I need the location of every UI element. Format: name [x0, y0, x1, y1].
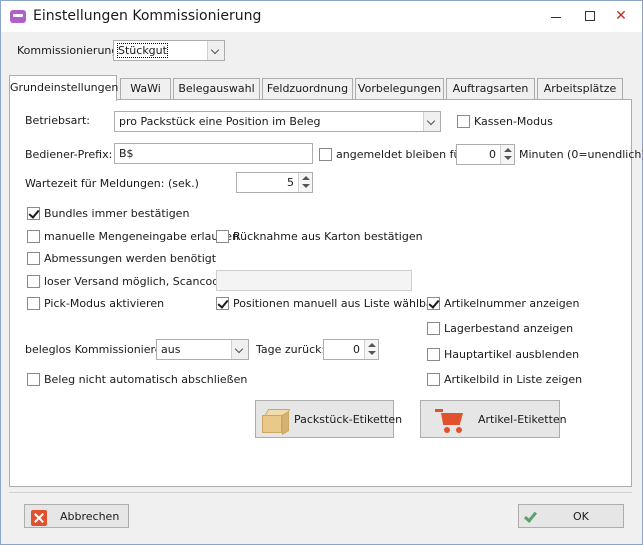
- app-icon: [10, 10, 26, 23]
- footer-separator: [9, 492, 632, 493]
- checkbox-box[interactable]: [27, 297, 40, 310]
- lagerbestand-label: Lagerbestand anzeigen: [444, 322, 574, 335]
- pick-modus-label: Pick-Modus aktivieren: [44, 297, 165, 310]
- abbrechen-label: Abbrechen: [60, 510, 120, 523]
- minuten-label: Minuten (0=unendlich): [519, 148, 643, 161]
- client-area: Kommissionierung: Stückgut Grundeinstell…: [1, 32, 643, 544]
- checkbox-box[interactable]: [216, 297, 229, 310]
- tab-arbeitsplaetze[interactable]: Arbeitsplätze: [537, 78, 623, 100]
- ruecknahme-label: Rücknahme aus Karton bestätigen: [233, 230, 423, 243]
- spin-down-icon[interactable]: [302, 184, 310, 188]
- tab-auftragsarten[interactable]: Auftragsarten: [446, 78, 535, 100]
- beleglos-label: beleglos Kommissionieren:: [25, 343, 173, 356]
- spin-up-icon[interactable]: [504, 148, 512, 152]
- kassen-modus-label: Kassen-Modus: [474, 115, 553, 128]
- checkbox-box[interactable]: [27, 207, 40, 220]
- maximize-icon: [585, 11, 595, 21]
- packstueck-etiketten-label: Packstück-Etiketten: [294, 413, 403, 426]
- bediener-prefix-label: Bediener-Prefix:: [25, 148, 113, 161]
- minuten-stepper[interactable]: 0: [456, 144, 515, 165]
- wartezeit-stepper[interactable]: 5: [236, 172, 313, 193]
- cancel-icon: [31, 510, 47, 526]
- checkbox-box[interactable]: [27, 252, 40, 265]
- hauptartikel-label: Hauptartikel ausblenden: [444, 348, 580, 361]
- beleg-nicht-abschliessen-label: Beleg nicht automatisch abschließen: [44, 373, 248, 386]
- close-button[interactable]: ✕: [601, 1, 641, 31]
- artikel-etiketten-button[interactable]: Artikel-Etiketten: [420, 400, 567, 438]
- betriebsart-label: Betriebsart:: [25, 114, 90, 127]
- spin-down-icon[interactable]: [368, 351, 376, 355]
- spin-up-icon[interactable]: [302, 176, 310, 180]
- artikelbild-label: Artikelbild in Liste zeigen: [444, 373, 583, 386]
- checkbox-box[interactable]: [427, 373, 440, 386]
- bediener-prefix-input[interactable]: B$: [114, 143, 313, 164]
- checkbox-box[interactable]: [27, 275, 40, 288]
- artikelnummer-label: Artikelnummer anzeigen: [444, 297, 580, 310]
- kommissionierung-label: Kommissionierung:: [17, 44, 123, 57]
- kommissionierung-value: Stückgut: [117, 43, 168, 58]
- loser-versand-label: loser Versand möglich, Scancode:: [44, 275, 230, 288]
- tab-wawi[interactable]: WaWi: [120, 78, 171, 100]
- spin-up-icon[interactable]: [368, 343, 376, 347]
- tage-zurueck-value: 0: [353, 343, 360, 356]
- beleglos-value: aus: [161, 343, 181, 356]
- positionen-manuell-label: Positionen manuell aus Liste wählbar: [233, 297, 438, 310]
- close-icon: ✕: [615, 8, 627, 24]
- minuten-value: 0: [489, 148, 496, 161]
- checkbox-box[interactable]: [427, 322, 440, 335]
- spin-down-icon[interactable]: [504, 156, 512, 160]
- tab-panel-grundeinstellungen: Betriebsart: pro Packstück eine Position…: [9, 99, 643, 487]
- tage-zurueck-stepper[interactable]: 0: [323, 339, 379, 360]
- wartezeit-value: 5: [287, 176, 294, 189]
- checkbox-box[interactable]: [427, 348, 440, 361]
- bundles-label: Bundles immer bestätigen: [44, 207, 190, 220]
- angemeldet-bleiben-label: angemeldet bleiben für: [336, 148, 466, 161]
- checkbox-box[interactable]: [457, 115, 470, 128]
- beleglos-select[interactable]: aus: [156, 339, 249, 360]
- tab-belegauswahl[interactable]: Belegauswahl: [173, 78, 260, 100]
- tab-vorbelegungen[interactable]: Vorbelegungen: [355, 78, 444, 100]
- packstueck-etiketten-button[interactable]: Packstück-Etiketten: [255, 400, 402, 438]
- scancode-input[interactable]: [216, 270, 412, 291]
- tage-zurueck-label: Tage zurück:: [256, 343, 326, 356]
- spin-buttons[interactable]: [298, 173, 312, 192]
- tab-feldzuordnung[interactable]: Feldzuordnung: [262, 78, 353, 100]
- settings-window: Einstellungen Kommissionierung ✕ Kommiss…: [0, 0, 643, 545]
- betriebsart-select[interactable]: pro Packstück eine Position im Beleg: [114, 111, 441, 132]
- checkbox-box[interactable]: [27, 230, 40, 243]
- abmessungen-label: Abmessungen werden benötigt: [44, 252, 217, 265]
- checkbox-box[interactable]: [27, 373, 40, 386]
- checkbox-box[interactable]: [216, 230, 229, 243]
- package-box-icon: [262, 407, 291, 436]
- betriebsart-value: pro Packstück eine Position im Beleg: [119, 115, 321, 128]
- kommissionierung-select[interactable]: Stückgut: [113, 40, 225, 61]
- checkmark-icon: [523, 509, 538, 523]
- spin-buttons[interactable]: [364, 340, 378, 359]
- wartezeit-label: Wartezeit für Meldungen: (sek.): [25, 177, 199, 190]
- window-title: Einstellungen Kommissionierung: [33, 8, 262, 24]
- manuelle-mengeneingabe-label: manuelle Mengeneingabe erlauben: [44, 230, 240, 243]
- chevron-down-icon[interactable]: [207, 41, 224, 60]
- checkbox-box[interactable]: [427, 297, 440, 310]
- title-bar: Einstellungen Kommissionierung ✕: [1, 1, 642, 33]
- checkbox-box[interactable]: [319, 148, 332, 161]
- minimize-icon: [551, 17, 561, 18]
- abbrechen-button[interactable]: Abbrechen: [24, 504, 129, 528]
- chevron-down-icon[interactable]: [423, 112, 440, 131]
- spin-buttons[interactable]: [500, 145, 514, 164]
- tab-grundeinstellungen[interactable]: Grundeinstellungen: [9, 75, 118, 101]
- shopping-cart-icon: [435, 406, 467, 434]
- ok-label: OK: [573, 510, 589, 523]
- artikel-etiketten-label: Artikel-Etiketten: [478, 413, 567, 426]
- minimize-button[interactable]: [539, 1, 573, 31]
- chevron-down-icon[interactable]: [231, 340, 248, 359]
- ok-button[interactable]: OK: [518, 504, 624, 528]
